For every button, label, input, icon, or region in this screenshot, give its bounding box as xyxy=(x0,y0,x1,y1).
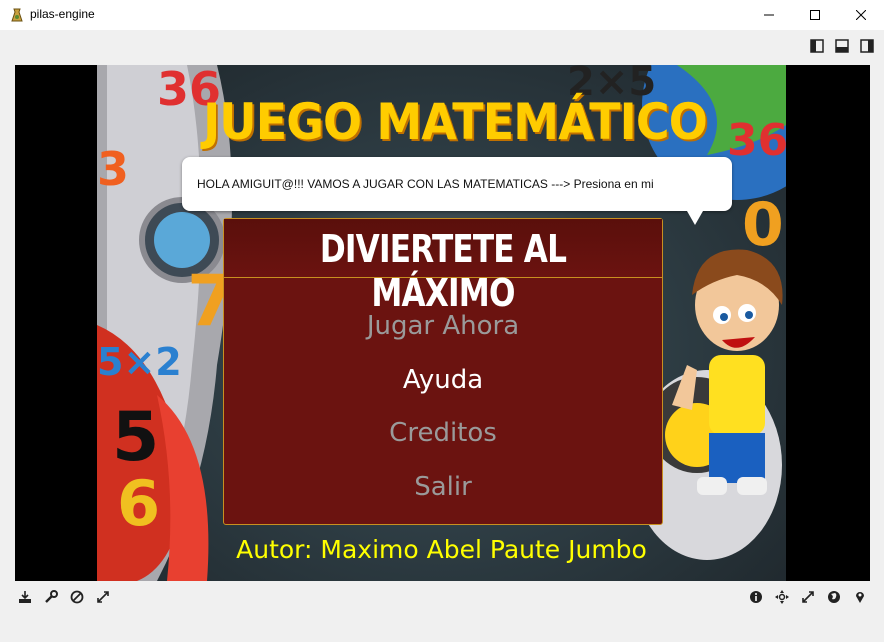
bg-number-6: 6 xyxy=(117,467,160,540)
speech-bubble-tail xyxy=(687,211,703,225)
menu-title: DIVIERTETE AL MÁXIMO xyxy=(319,227,567,315)
speech-bubble-text: HOLA AMIGUIT@!!! VAMOS A JUGAR CON LAS M… xyxy=(197,177,654,191)
close-button[interactable] xyxy=(838,0,884,30)
menu-item-creditos[interactable]: Creditos xyxy=(224,418,662,448)
minimize-icon xyxy=(764,14,774,16)
menu-item-ayuda[interactable]: Ayuda xyxy=(224,365,662,395)
bg-number-5: 5 xyxy=(112,398,159,477)
author-credit: Autor: Maximo Abel Paute Jumbo xyxy=(236,535,647,564)
disable-icon[interactable] xyxy=(70,590,84,604)
layout-right-panel-icon[interactable] xyxy=(860,39,874,53)
move-icon[interactable] xyxy=(775,590,789,604)
resize-icon[interactable] xyxy=(801,590,815,604)
wrench-icon[interactable] xyxy=(44,590,58,604)
view-layout-toolbar xyxy=(810,39,874,53)
fullscreen-icon[interactable] xyxy=(96,590,110,604)
bg-number-36b: 36 xyxy=(727,115,786,166)
main-menu: DIVIERTETE AL MÁXIMO Jugar Ahora Ayuda C… xyxy=(223,218,663,525)
menu-item-salir[interactable]: Salir xyxy=(224,472,662,502)
game-canvas[interactable]: 36 2×5 5×2 5 6 7 3 0 36 JUEGO MATEMÁTICO… xyxy=(15,65,870,581)
maximize-button[interactable] xyxy=(792,0,838,30)
save-icon[interactable] xyxy=(18,590,32,604)
globe-icon[interactable] xyxy=(827,590,841,604)
location-icon[interactable] xyxy=(853,590,867,604)
game-title: JUEGO MATEMÁTICO xyxy=(203,93,708,151)
bg-number-0: 0 xyxy=(742,190,784,260)
bottom-toolbar xyxy=(0,590,884,608)
window-titlebar[interactable]: pilas-engine xyxy=(0,0,884,30)
bg-number-5x2: 5×2 xyxy=(97,340,182,384)
speech-bubble[interactable]: HOLA AMIGUIT@!!! VAMOS A JUGAR CON LAS M… xyxy=(182,157,732,211)
pilas-app-icon xyxy=(11,8,23,22)
menu-header: DIVIERTETE AL MÁXIMO xyxy=(224,219,662,315)
layout-left-panel-icon[interactable] xyxy=(810,39,824,53)
window-title: pilas-engine xyxy=(30,7,95,21)
maximize-icon xyxy=(810,10,820,20)
menu-item-jugar-ahora[interactable]: Jugar Ahora xyxy=(224,311,662,341)
bg-number-3: 3 xyxy=(97,142,129,196)
info-icon[interactable] xyxy=(749,590,763,604)
game-scene: 36 2×5 5×2 5 6 7 3 0 36 JUEGO MATEMÁTICO… xyxy=(97,65,786,581)
close-icon xyxy=(856,10,866,20)
layout-bottom-panel-icon[interactable] xyxy=(835,39,849,53)
minimize-button[interactable] xyxy=(746,0,792,30)
